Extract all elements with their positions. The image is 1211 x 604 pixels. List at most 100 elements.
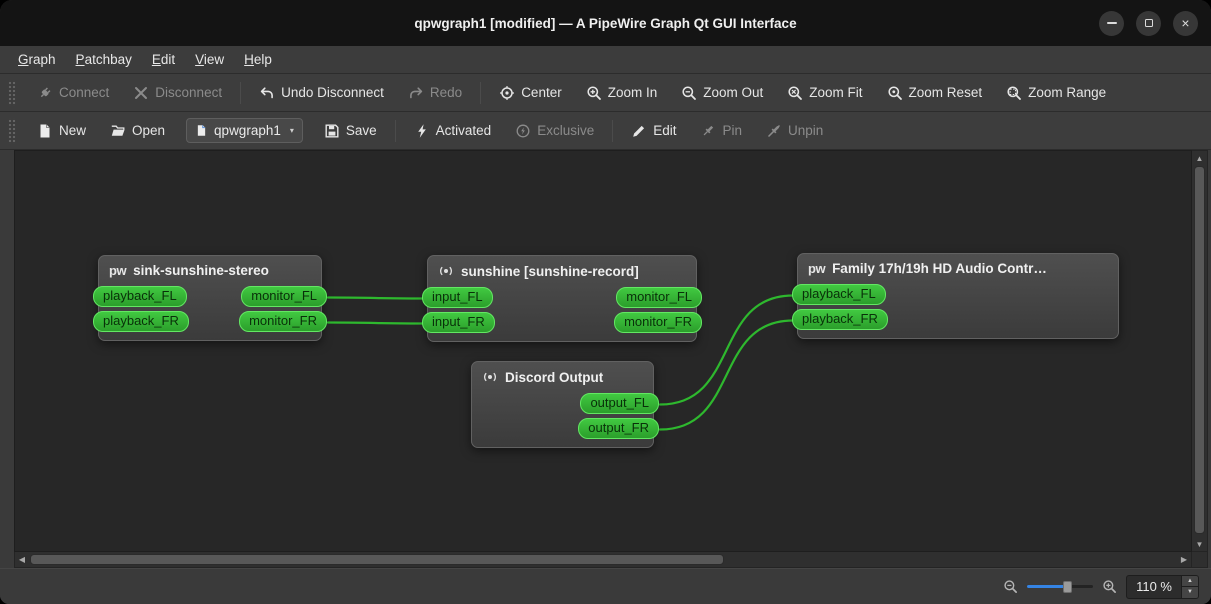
- toolbar-graph: Connect Disconnect Undo Disconnect Redo: [0, 74, 1211, 112]
- horizontal-scrollbar-thumb[interactable]: [30, 554, 724, 565]
- audio-input-port[interactable]: playback_FL: [792, 284, 886, 305]
- edit-button[interactable]: Edit: [620, 117, 687, 145]
- scroll-right-button[interactable]: ▶: [1177, 552, 1191, 567]
- undo-icon: [260, 86, 273, 98]
- patchbay-file-icon: [197, 125, 206, 136]
- zoom-spinbox[interactable]: 110 % ▲ ▼: [1126, 574, 1199, 599]
- zoom-range-label: Zoom Range: [1028, 85, 1107, 100]
- close-button[interactable]: ×: [1173, 10, 1198, 36]
- minimize-icon: [1106, 22, 1117, 24]
- patchbay-selector[interactable]: qpwgraph1 ▾: [186, 118, 303, 143]
- node-title: Family 17h/19h HD Audio Contr…: [832, 261, 1047, 276]
- minimize-button[interactable]: [1099, 10, 1124, 36]
- audio-input-port[interactable]: playback_FL: [93, 286, 187, 307]
- audio-output-port[interactable]: output_FL: [580, 393, 659, 414]
- zoom-reset-icon: [887, 85, 902, 100]
- node-family-hd-audio[interactable]: pw Family 17h/19h HD Audio Contr… playba…: [792, 253, 1119, 339]
- node-title: sink-sunshine-stereo: [133, 263, 269, 278]
- menu-patchbay[interactable]: Patchbay: [66, 49, 142, 70]
- exclusive-toggle[interactable]: Exclusive: [504, 117, 605, 145]
- vertical-scrollbar[interactable]: ▲ ▼: [1192, 150, 1208, 552]
- zoom-slider-handle[interactable]: [1063, 580, 1073, 593]
- connect-plug-icon: [40, 87, 51, 97]
- toolbar-separator: [240, 81, 242, 104]
- save-button[interactable]: Save: [313, 117, 388, 145]
- zoom-range-button[interactable]: Zoom Range: [995, 79, 1117, 107]
- patchbay-selector-value: qpwgraph1: [214, 123, 281, 138]
- audio-input-port[interactable]: playback_FR: [792, 309, 888, 330]
- audio-output-port[interactable]: monitor_FL: [241, 286, 327, 307]
- menu-graph[interactable]: Graph: [8, 49, 66, 70]
- node-sunshine[interactable]: sunshine [sunshine-record] input_FL moni…: [422, 255, 702, 342]
- audio-output-port[interactable]: monitor_FR: [239, 311, 327, 332]
- new-file-icon: [40, 124, 50, 137]
- zoom-out-label: Zoom Out: [703, 85, 764, 100]
- titlebar[interactable]: qpwgraph1 [modified] — A PipeWire Graph …: [0, 0, 1211, 46]
- audio-input-port[interactable]: input_FR: [422, 312, 495, 333]
- horizontal-scrollbar[interactable]: ◀ ▶: [14, 552, 1192, 568]
- connection-wires[interactable]: [15, 151, 1192, 552]
- spin-down-button[interactable]: ▼: [1182, 586, 1198, 598]
- zoom-out-button[interactable]: Zoom Out: [670, 79, 774, 107]
- pipewire-icon: pw: [109, 263, 127, 278]
- open-folder-icon: [111, 125, 125, 136]
- node-discord-output[interactable]: Discord Output output_FL output_FR: [471, 361, 659, 448]
- audio-output-port[interactable]: output_FR: [578, 418, 659, 439]
- audio-input-port[interactable]: input_FL: [422, 287, 493, 308]
- chevron-down-icon: ▾: [289, 126, 294, 135]
- zoom-reset-label: Zoom Reset: [908, 85, 983, 100]
- zoom-in-small-icon[interactable]: [1102, 579, 1117, 594]
- undo-label: Undo Disconnect: [281, 85, 384, 100]
- disconnect-button[interactable]: Disconnect: [122, 79, 233, 107]
- toolbar-drag-handle[interactable]: [8, 79, 16, 106]
- toolbar-drag-handle[interactable]: [8, 117, 16, 144]
- close-icon: ×: [1181, 15, 1190, 31]
- zoom-fit-button[interactable]: Zoom Fit: [776, 79, 873, 107]
- zoom-in-button[interactable]: Zoom In: [575, 79, 669, 107]
- menu-view[interactable]: View: [185, 49, 234, 70]
- pin-button[interactable]: Pin: [689, 117, 753, 145]
- unpin-label: Unpin: [788, 123, 824, 138]
- center-target-icon: [500, 85, 515, 100]
- pin-icon: [704, 125, 714, 135]
- connect-button[interactable]: Connect: [26, 79, 120, 107]
- spin-up-button[interactable]: ▲: [1182, 575, 1198, 586]
- center-button[interactable]: Center: [488, 79, 573, 107]
- zoom-out-small-icon[interactable]: [1003, 579, 1018, 594]
- redo-button[interactable]: Redo: [397, 79, 473, 107]
- zoom-reset-button[interactable]: Zoom Reset: [876, 79, 994, 107]
- graph-pane: pw sink-sunshine-stereo playback_FL moni…: [0, 150, 1211, 568]
- exclusive-circle-icon: [516, 124, 530, 137]
- zoom-slider[interactable]: [1027, 579, 1094, 595]
- edit-label: Edit: [653, 123, 677, 138]
- connect-label: Connect: [59, 85, 110, 100]
- audio-input-port[interactable]: playback_FR: [93, 311, 189, 332]
- activated-label: Activated: [435, 123, 492, 138]
- undo-button[interactable]: Undo Disconnect: [248, 79, 395, 107]
- node-title-bar: Discord Output: [472, 368, 653, 389]
- zoom-value[interactable]: 110 %: [1127, 576, 1181, 598]
- window-controls: ×: [1099, 0, 1198, 46]
- audio-output-port[interactable]: monitor_FL: [616, 287, 702, 308]
- zoom-in-label: Zoom In: [607, 85, 658, 100]
- vertical-scrollbar-thumb[interactable]: [1194, 166, 1205, 534]
- save-floppy-icon: [325, 124, 339, 137]
- zoom-out-icon: [682, 85, 697, 100]
- menu-help[interactable]: Help: [234, 49, 282, 70]
- open-button[interactable]: Open: [99, 117, 176, 145]
- speaker-icon: [484, 372, 496, 382]
- scroll-down-button[interactable]: ▼: [1192, 537, 1207, 551]
- audio-output-port[interactable]: monitor_FR: [614, 312, 702, 333]
- activated-toggle[interactable]: Activated: [403, 117, 503, 145]
- zoom-slider-fill: [1027, 585, 1066, 588]
- menu-edit[interactable]: Edit: [142, 49, 185, 70]
- toolbar-separator: [612, 119, 614, 142]
- node-sink-sunshine-stereo[interactable]: pw sink-sunshine-stereo playback_FL moni…: [93, 255, 327, 341]
- unpin-button[interactable]: Unpin: [755, 117, 834, 145]
- scroll-up-button[interactable]: ▲: [1192, 151, 1207, 165]
- maximize-button[interactable]: [1136, 10, 1161, 36]
- new-button[interactable]: New: [26, 117, 97, 145]
- statusbar: 110 % ▲ ▼: [0, 568, 1211, 604]
- graph-canvas[interactable]: pw sink-sunshine-stereo playback_FL moni…: [14, 150, 1192, 552]
- scroll-left-button[interactable]: ◀: [15, 552, 29, 567]
